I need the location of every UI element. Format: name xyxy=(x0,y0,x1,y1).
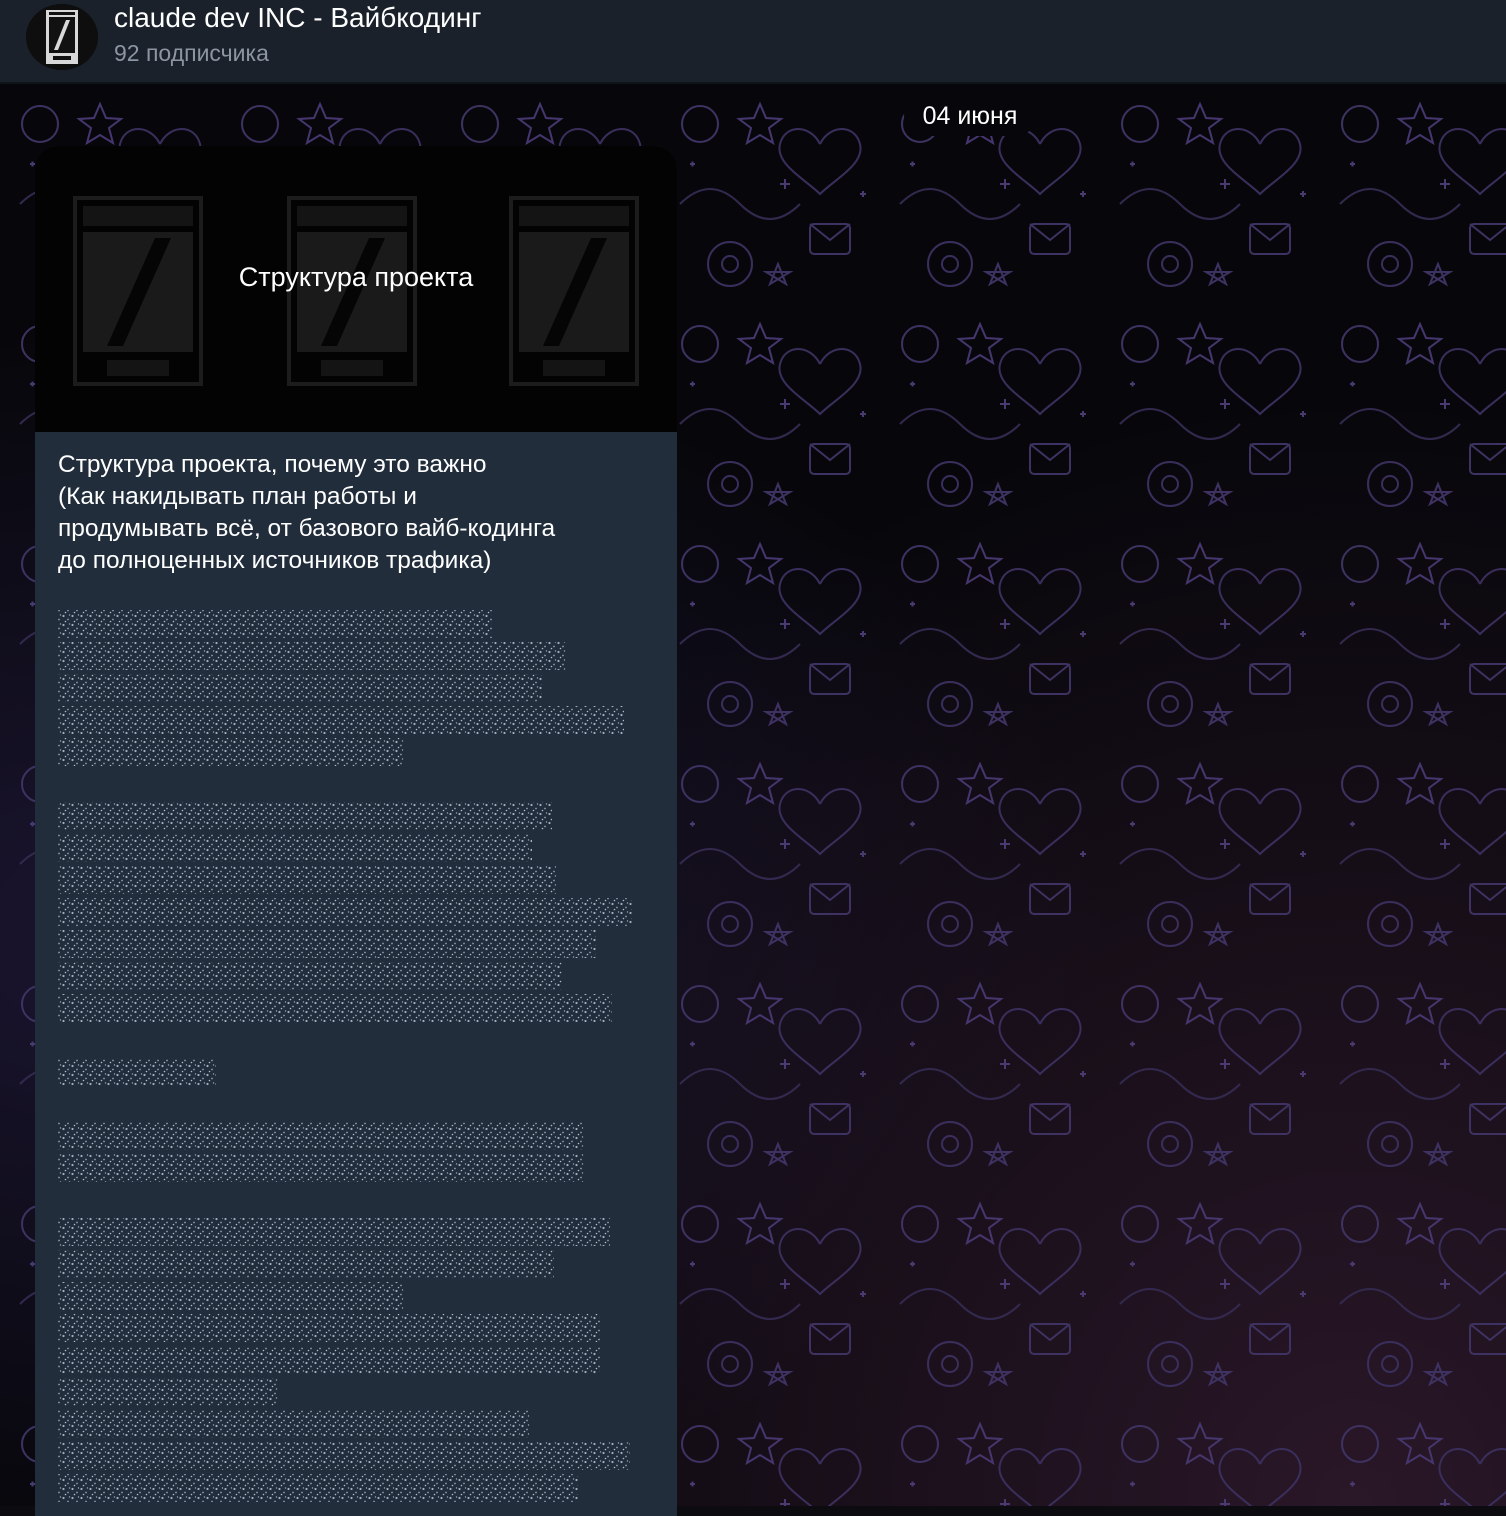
post-text-line: до полноценных источников трафика) xyxy=(58,547,492,574)
subscriber-count: 92 подписчика xyxy=(114,40,269,66)
channel-title[interactable]: claude dev INC - Вайбкодинг xyxy=(114,2,481,34)
post-text-line: Структура проекта, почему это важно xyxy=(58,451,487,478)
post-text: Структура проекта, почему это важно (Как… xyxy=(58,449,658,577)
media-caption: Структура проекта xyxy=(238,262,474,292)
post-text-line: (Как накидывать план работы и xyxy=(58,483,417,510)
channel-header[interactable]: claude dev INC - Вайбкодинг 92 подписчик… xyxy=(0,0,1506,84)
channel-post[interactable]: Структура проекта Структура проекта, поч… xyxy=(35,146,677,1516)
post-text-line: продумывать всё, от базового вайб-кодинг… xyxy=(58,515,556,542)
post-media[interactable]: Структура проекта xyxy=(35,146,677,432)
date-separator: 04 июня xyxy=(904,96,1036,136)
channel-avatar[interactable] xyxy=(26,4,98,70)
spoiler-icon[interactable] xyxy=(35,596,677,1516)
claude-dev-inc-logo-icon xyxy=(26,4,98,70)
